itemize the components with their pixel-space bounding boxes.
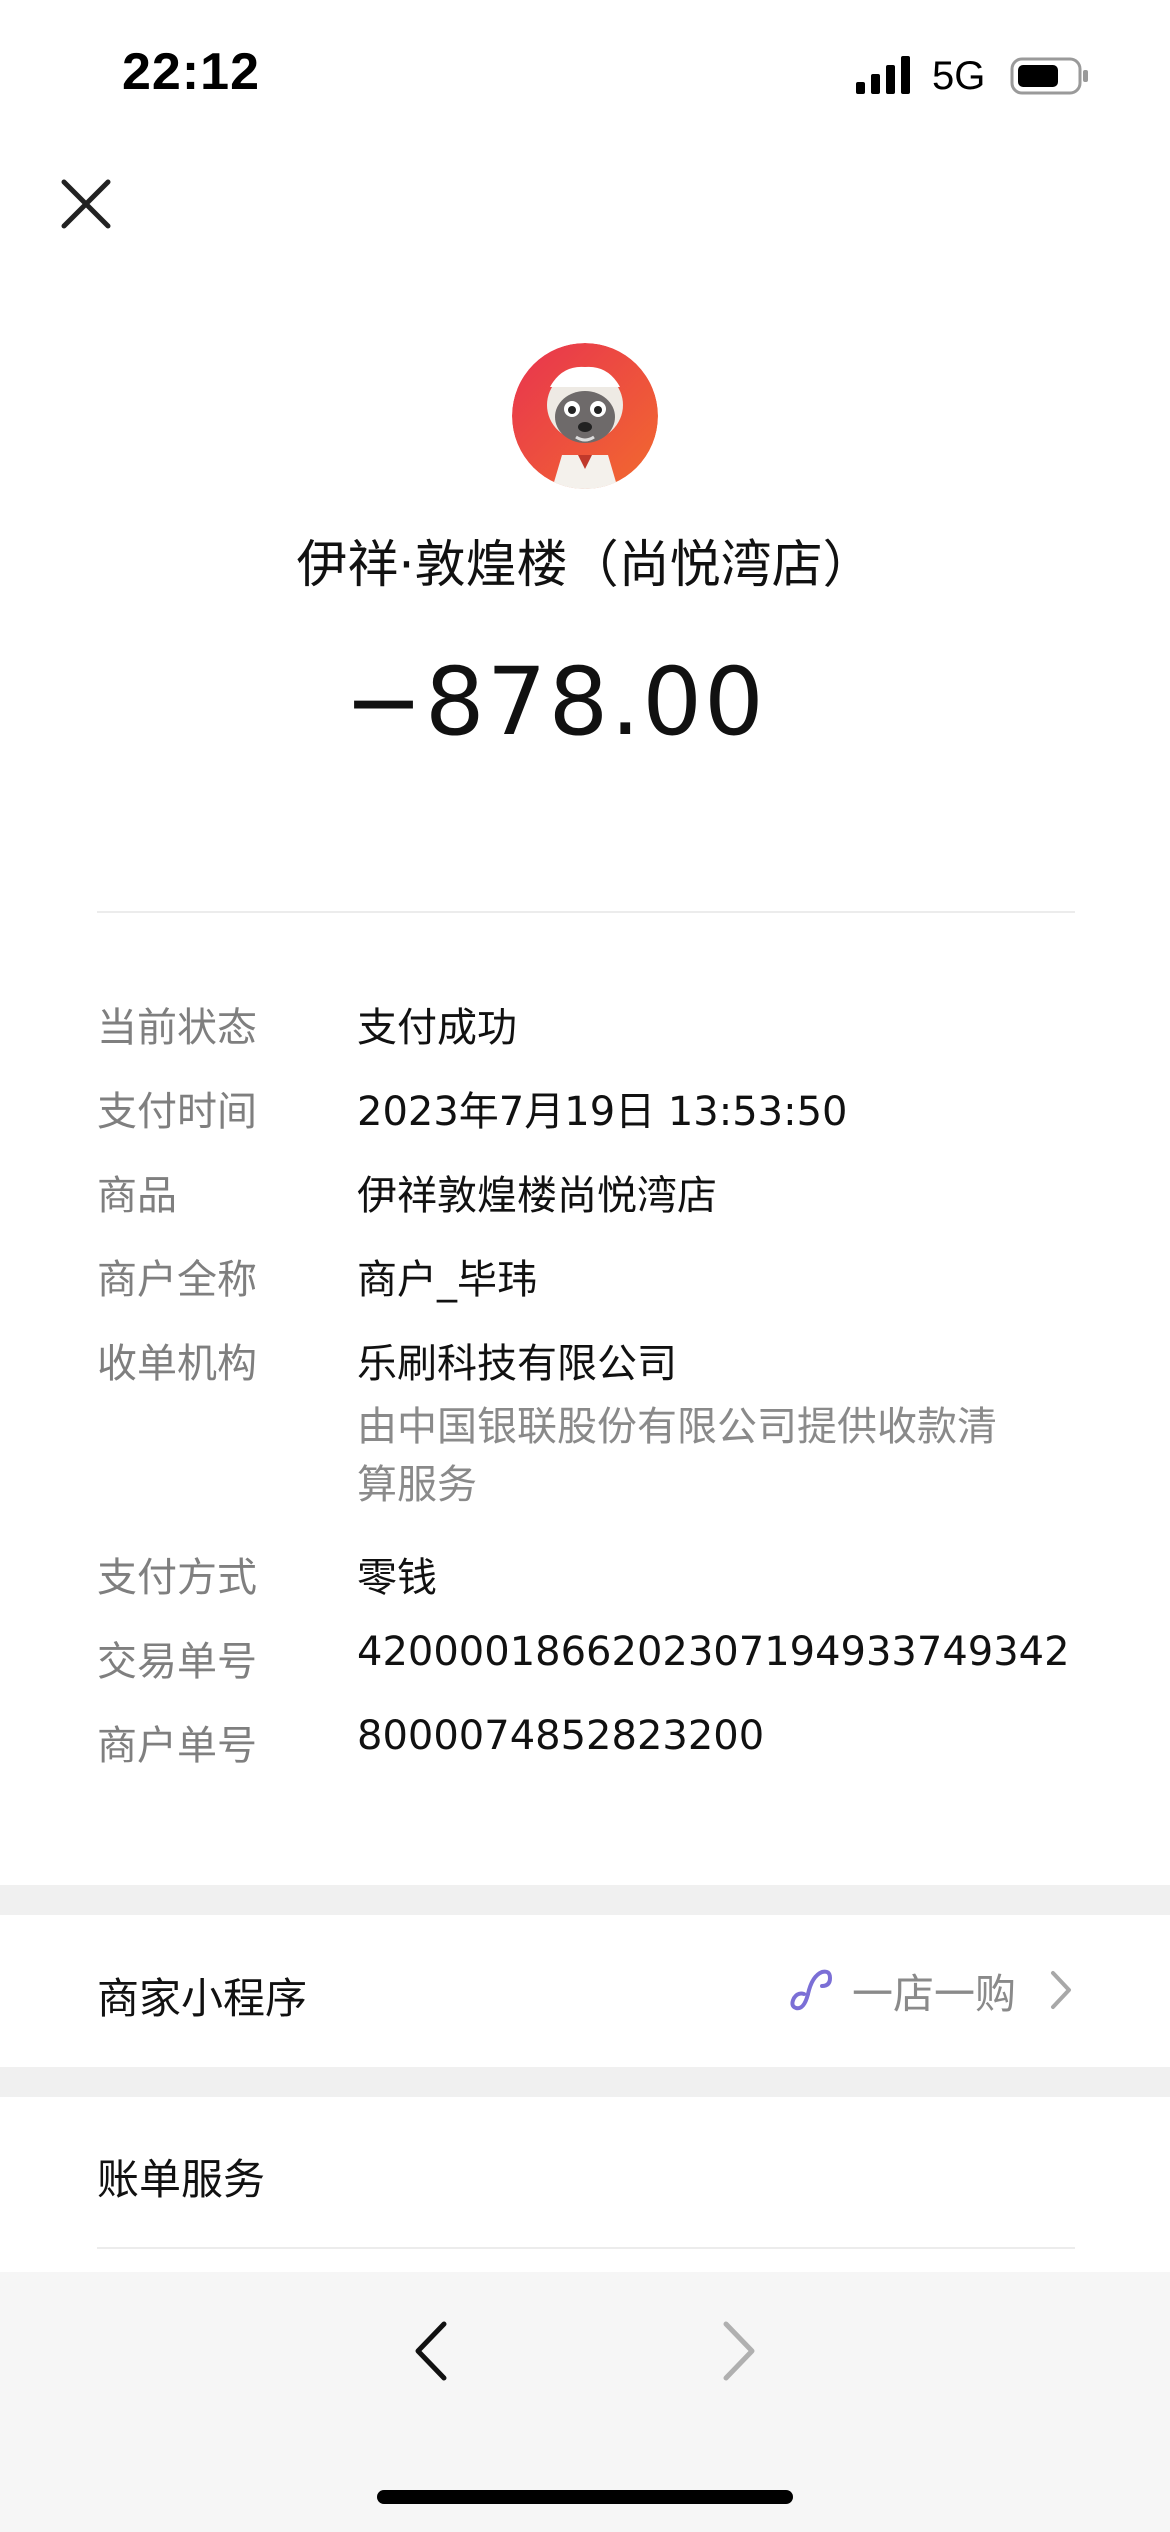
- divider: [97, 911, 1075, 913]
- acquirer-note-line: 算服务: [357, 1462, 477, 1508]
- detail-label: 商户单号: [97, 1723, 257, 1769]
- detail-value: 零钱: [357, 1555, 437, 1601]
- back-icon[interactable]: [404, 2318, 464, 2384]
- payment-amount: −878.00: [344, 648, 766, 757]
- detail-label: 支付时间: [97, 1089, 257, 1135]
- mini-program-title: 商家小程序: [97, 1974, 308, 2023]
- mini-program-link[interactable]: 一店一购: [786, 1960, 1074, 2020]
- chevron-right-icon: [1051, 1971, 1071, 2009]
- forward-icon[interactable]: [706, 2318, 766, 2384]
- detail-value: 2023年7月19日 13:53:50: [357, 1089, 848, 1135]
- bill-service-title: 账单服务: [97, 2155, 266, 2204]
- status-time: 22:12: [122, 43, 260, 101]
- detail-value: 乐刷科技有限公司: [357, 1341, 677, 1387]
- merchant-name: 伊祥·敦煌楼（尚悦湾店）: [296, 536, 874, 595]
- merchant-avatar: [512, 343, 658, 489]
- battery-icon: [1010, 57, 1088, 95]
- detail-label: 支付方式: [97, 1555, 257, 1601]
- acquirer-note-line: 由中国银联股份有限公司提供收款清: [357, 1404, 997, 1450]
- detail-value: 8000074852823200: [357, 1713, 765, 1759]
- detail-value: 商户_毕玮: [357, 1257, 537, 1303]
- detail-label: 商品: [97, 1173, 177, 1219]
- detail-label: 当前状态: [97, 1005, 257, 1051]
- signal-icon: [856, 56, 910, 94]
- divider: [97, 2247, 1075, 2249]
- mini-program-link-label: 一店一购: [852, 1970, 1016, 2018]
- section-separator: [0, 2067, 1170, 2097]
- home-indicator: [377, 2490, 793, 2504]
- detail-label: 收单机构: [97, 1341, 257, 1387]
- detail-value: 伊祥敦煌楼尚悦湾店: [357, 1173, 717, 1219]
- detail-value: 支付成功: [357, 1005, 517, 1051]
- network-type: 5G: [932, 54, 986, 98]
- close-icon[interactable]: [52, 170, 120, 238]
- detail-value: 4200001866202307194933749342: [357, 1629, 1070, 1675]
- acquirer-note: 由中国银联股份有限公司提供收款清 算服务: [357, 1398, 1057, 1514]
- link-icon: [790, 1969, 833, 2011]
- detail-label: 交易单号: [97, 1639, 257, 1685]
- section-separator: [0, 1885, 1170, 1915]
- status-bar: 22:12 5G: [0, 0, 1170, 150]
- detail-label: 商户全称: [97, 1257, 257, 1303]
